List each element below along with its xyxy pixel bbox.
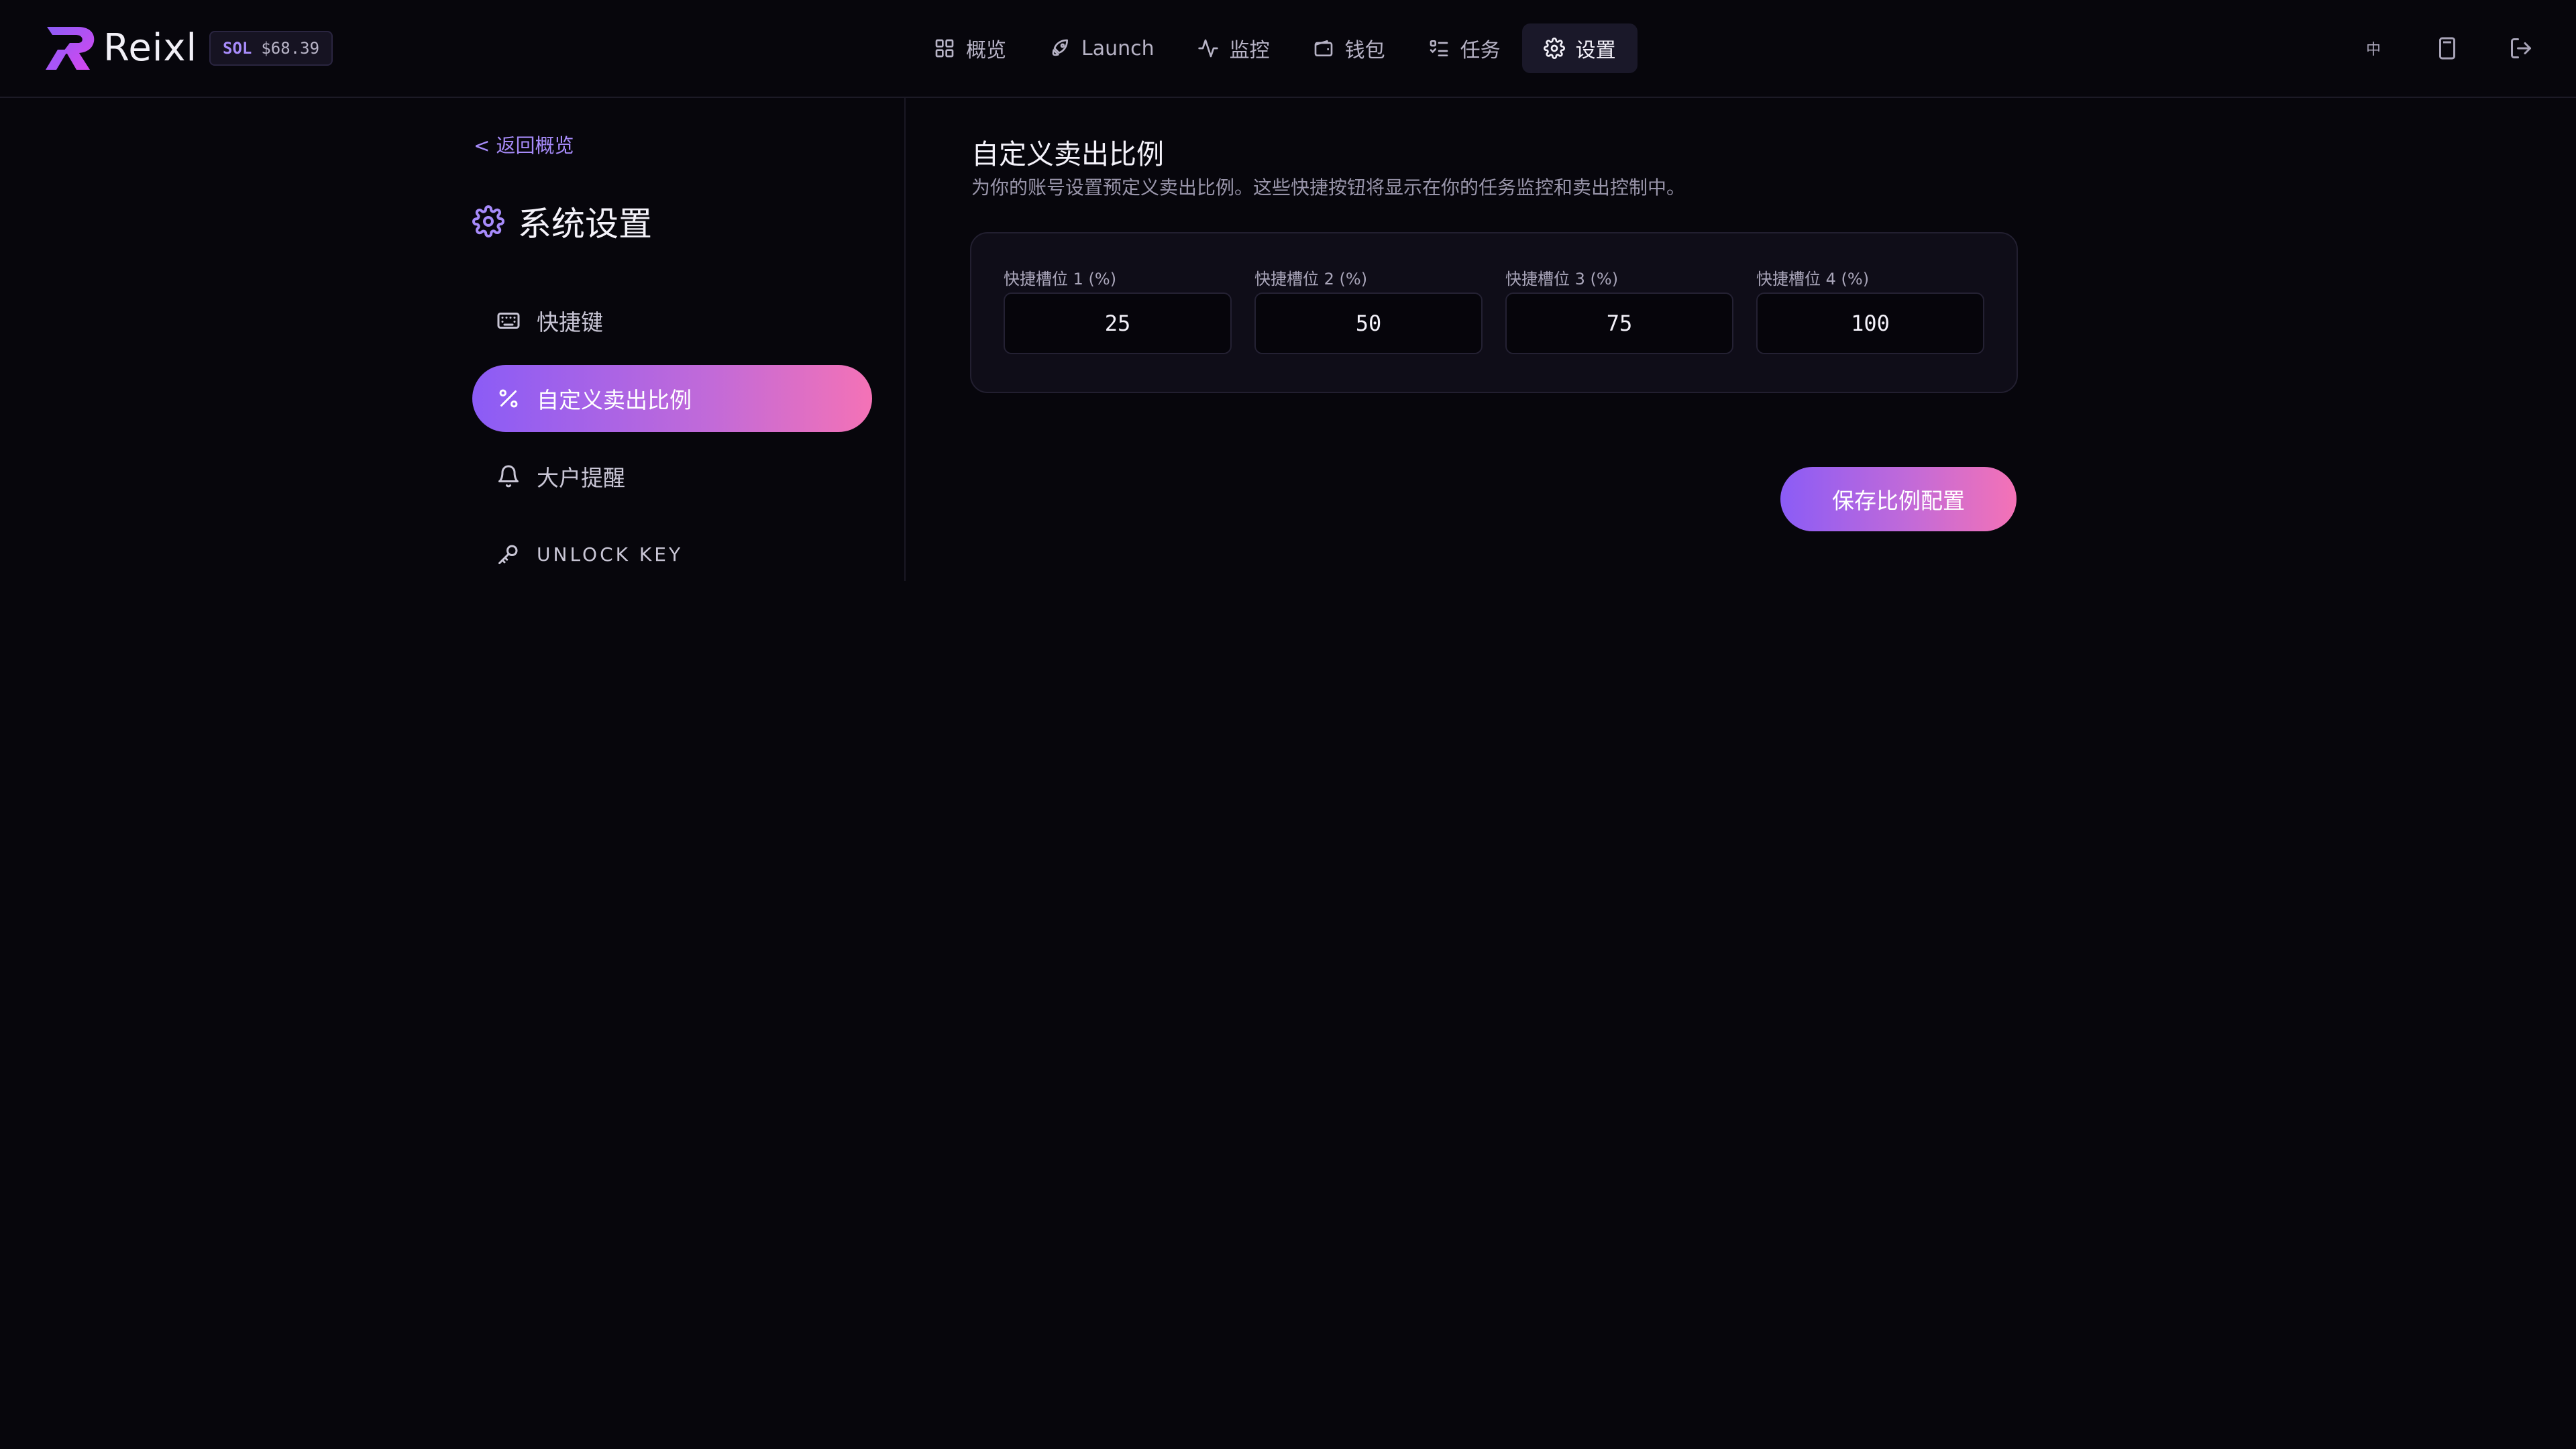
section-title: 自定义卖出比例 — [971, 138, 1164, 170]
settings-sidebar: < 返回概览 系统设置 快捷键 自定义卖出比例 大户提醒 UNLOCK KEY — [472, 98, 906, 581]
back-to-overview-link[interactable]: < 返回概览 — [474, 130, 574, 158]
nav-label: Launch — [1081, 36, 1155, 60]
activity-icon — [1197, 39, 1218, 58]
bell-icon — [498, 465, 519, 488]
wallet-icon — [1314, 40, 1332, 56]
ratio-slots: 快捷槽位 1 (%) 25 快捷槽位 2 (%) 50 快捷槽位 3 (%) 7… — [1004, 266, 1984, 354]
save-ratio-button[interactable]: 保存比例配置 — [1780, 467, 2017, 531]
section-description: 为你的账号设置预定义卖出比例。这些快捷按钮将显示在你的任务监控和卖出控制中。 — [971, 176, 1686, 199]
language-toggle[interactable]: 中 — [2360, 30, 2387, 67]
slot-4-input[interactable]: 100 — [1756, 292, 1984, 354]
nav-monitor[interactable]: 监控 — [1176, 23, 1291, 73]
list-check-icon — [1430, 40, 1448, 56]
key-icon — [498, 545, 518, 564]
logout-icon — [2511, 38, 2531, 58]
top-bar: Reixl SOL $68.39 概览 Launch 监控 钱包 任务 设置 中 — [0, 0, 2576, 98]
brand[interactable]: Reixl — [43, 23, 197, 72]
gear-icon — [1543, 38, 1565, 59]
price-symbol: SOL — [223, 39, 252, 58]
slot-label: 快捷槽位 2 (%) — [1254, 270, 1368, 288]
price-value: $68.39 — [261, 39, 320, 58]
nav-label: 任务 — [1460, 39, 1501, 62]
percent-icon — [499, 389, 518, 408]
gear-icon — [472, 205, 504, 237]
nav-tasks[interactable]: 任务 — [1407, 23, 1522, 73]
sidebar-item-label: UNLOCK KEY — [537, 543, 684, 566]
ratio-slot: 快捷槽位 3 (%) 75 — [1505, 266, 1733, 354]
sidebar-item-label: 大户提醒 — [537, 465, 625, 491]
page-title: 系统设置 — [472, 197, 652, 246]
calculator-icon — [2439, 37, 2455, 60]
dashboard-icon — [935, 39, 954, 58]
nav-label: 钱包 — [1344, 39, 1385, 62]
sidebar-item-sell-ratio[interactable]: 自定义卖出比例 — [472, 365, 872, 432]
nav-overview[interactable]: 概览 — [912, 23, 1028, 73]
nav-label: 监控 — [1229, 39, 1270, 62]
nav-label: 概览 — [966, 39, 1006, 62]
slot-1-input[interactable]: 25 — [1004, 292, 1232, 354]
slot-label: 快捷槽位 3 (%) — [1505, 270, 1619, 288]
sidebar-item-shortcuts[interactable]: 快捷键 — [472, 287, 872, 354]
logout-button[interactable] — [2508, 30, 2534, 67]
sell-ratio-card: 快捷槽位 1 (%) 25 快捷槽位 2 (%) 50 快捷槽位 3 (%) 7… — [970, 232, 2018, 393]
sidebar-item-label: 自定义卖出比例 — [537, 387, 692, 413]
sol-price-badge: SOL $68.39 — [209, 31, 333, 66]
top-actions: 中 — [2360, 30, 2534, 67]
sidebar-item-unlock-key[interactable]: UNLOCK KEY — [472, 521, 872, 588]
brand-name: Reixl — [103, 25, 198, 70]
sidebar-item-whale-alert[interactable]: 大户提醒 — [472, 443, 872, 510]
nav-label: 设置 — [1575, 39, 1616, 62]
nav-settings[interactable]: 设置 — [1521, 23, 1638, 73]
keyboard-icon — [497, 313, 520, 329]
nav-launch[interactable]: Launch — [1028, 23, 1176, 73]
page-title-text: 系统设置 — [518, 205, 652, 244]
main-nav: 概览 Launch 监控 钱包 任务 设置 — [912, 23, 1638, 73]
sidebar-item-label: 快捷键 — [537, 309, 603, 335]
nav-wallet[interactable]: 钱包 — [1291, 23, 1407, 73]
settings-menu: 快捷键 自定义卖出比例 大户提醒 UNLOCK KEY — [472, 287, 872, 598]
slot-label: 快捷槽位 4 (%) — [1756, 270, 1870, 288]
ratio-slot: 快捷槽位 2 (%) 50 — [1254, 266, 1483, 354]
slot-3-input[interactable]: 75 — [1505, 292, 1733, 354]
ratio-slot: 快捷槽位 4 (%) 100 — [1756, 266, 1984, 354]
rocket-icon — [1052, 39, 1068, 56]
slot-2-input[interactable]: 50 — [1254, 292, 1483, 354]
slot-label: 快捷槽位 1 (%) — [1004, 270, 1117, 288]
reixl-logo-icon — [46, 27, 95, 70]
calculator-button[interactable] — [2434, 30, 2461, 67]
ratio-slot: 快捷槽位 1 (%) 25 — [1004, 266, 1232, 354]
